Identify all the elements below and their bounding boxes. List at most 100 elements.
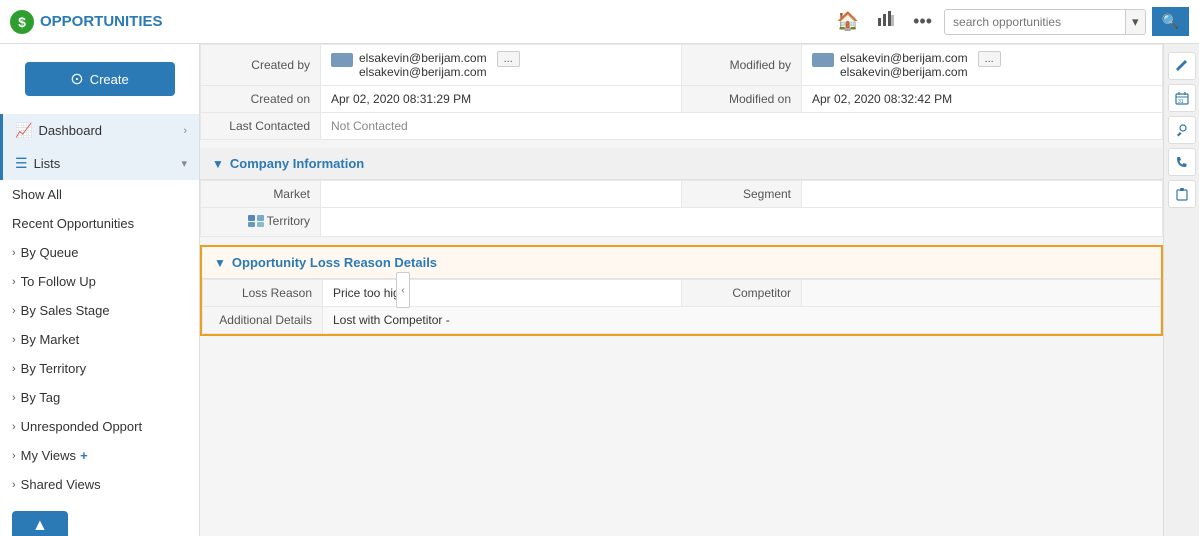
by-tag-label: By Tag — [21, 390, 61, 405]
chart-icon-button[interactable] — [871, 6, 901, 37]
right-icon-calendar[interactable]: 31 — [1168, 84, 1196, 112]
created-on-value: Apr 02, 2020 08:31:29 PM — [321, 86, 682, 113]
by-market-arrow: › — [12, 334, 16, 346]
right-icon-tools[interactable] — [1168, 116, 1196, 144]
my-views-label: My Views — [21, 448, 76, 463]
lists-icon: ☰ — [15, 155, 28, 172]
sidebar-item-recent[interactable]: Recent Opportunities — [0, 209, 199, 238]
created-modified-table: Created by elsakevin@berijam.com elsakev… — [200, 44, 1163, 140]
created-by-label: Created by — [201, 45, 321, 86]
search-dropdown-button[interactable]: ▾ — [1125, 10, 1145, 34]
company-info-section: ▼ Company Information Market Segment — [200, 148, 1163, 237]
loss-reason-title: Opportunity Loss Reason Details — [232, 255, 437, 270]
territory-value — [321, 208, 1163, 237]
modified-on-label: Modified on — [682, 86, 802, 113]
create-icon: ⊙ — [70, 69, 83, 89]
territory-label: Territory — [201, 208, 321, 237]
sidebar-item-by-queue[interactable]: › By Queue — [0, 238, 199, 267]
by-sales-stage-arrow: › — [12, 305, 16, 317]
search-button[interactable]: 🔍 — [1152, 7, 1189, 36]
dashboard-chevron: › — [183, 125, 187, 137]
lists-label: Lists — [34, 156, 61, 171]
modified-by-emails: elsakevin@berijam.com elsakevin@berijam.… — [840, 51, 968, 79]
app-title-text: OPPORTUNITIES — [40, 13, 163, 30]
competitor-value — [802, 280, 1161, 307]
header-icons: 🏠 ••• ▾ 🔍 — [831, 6, 1189, 37]
right-icon-edit[interactable] — [1168, 52, 1196, 80]
collapse-sidebar-button[interactable]: ‹ — [396, 272, 410, 308]
to-follow-up-label: To Follow Up — [21, 274, 96, 289]
content-area: Created by elsakevin@berijam.com elsakev… — [200, 44, 1163, 536]
recent-label: Recent Opportunities — [12, 216, 134, 231]
sidebar-item-unresponded[interactable]: › Unresponded Opport — [0, 412, 199, 441]
created-on-label: Created on — [201, 86, 321, 113]
show-all-label: Show All — [12, 187, 62, 202]
by-territory-label: By Territory — [21, 361, 87, 376]
by-territory-arrow: › — [12, 363, 16, 375]
sidebar-item-lists[interactable]: ☰ Lists ▾ — [0, 147, 199, 180]
sidebar-item-by-sales-stage[interactable]: › By Sales Stage — [0, 296, 199, 325]
sidebar-item-show-all[interactable]: Show All — [0, 180, 199, 209]
by-tag-arrow: › — [12, 392, 16, 404]
created-by-emails: elsakevin@berijam.com elsakevin@berijam.… — [359, 51, 487, 79]
modified-by-label: Modified by — [682, 45, 802, 86]
created-modified-section: Created by elsakevin@berijam.com elsakev… — [200, 44, 1163, 140]
segment-label: Segment — [682, 181, 802, 208]
right-sidebar: 31 — [1163, 44, 1199, 536]
app-logo-icon: $ — [10, 10, 34, 34]
tools-icon — [1175, 123, 1189, 137]
phone-icon — [1175, 155, 1189, 169]
created-by-email1: elsakevin@berijam.com — [359, 51, 487, 65]
unresponded-label: Unresponded Opport — [21, 419, 142, 434]
dashboard-label: Dashboard — [38, 123, 102, 138]
by-queue-label: By Queue — [21, 245, 79, 260]
modified-by-email1: elsakevin@berijam.com — [840, 51, 968, 65]
dashboard-icon: 📈 — [15, 122, 32, 139]
by-market-label: By Market — [21, 332, 80, 347]
created-by-edit-button[interactable]: ... — [497, 51, 520, 67]
modified-by-field-icon — [812, 53, 834, 67]
territory-icon — [248, 215, 264, 227]
sidebar-item-by-market[interactable]: › By Market — [0, 325, 199, 354]
right-icon-clipboard[interactable] — [1168, 180, 1196, 208]
create-label: Create — [90, 72, 129, 87]
table-row: Created by elsakevin@berijam.com elsakev… — [201, 45, 1163, 86]
shared-views-arrow: › — [12, 479, 16, 491]
market-value — [321, 181, 682, 208]
by-sales-stage-label: By Sales Stage — [21, 303, 110, 318]
table-row: Loss Reason Price too high Competitor — [203, 280, 1161, 307]
top-header: $ OPPORTUNITIES 🏠 ••• ▾ 🔍 — [0, 0, 1199, 44]
by-queue-arrow: › — [12, 247, 16, 259]
created-by-value: elsakevin@berijam.com elsakevin@berijam.… — [321, 45, 682, 86]
search-input[interactable] — [945, 11, 1125, 33]
sidebar-item-my-views[interactable]: › My Views + — [0, 441, 199, 470]
loss-reason-header[interactable]: ▼ Opportunity Loss Reason Details — [202, 247, 1161, 279]
more-options-button[interactable]: ••• — [907, 7, 938, 36]
scroll-top-button[interactable]: ▲ — [12, 511, 68, 536]
my-views-arrow: › — [12, 450, 16, 462]
home-icon-button[interactable]: 🏠 — [831, 7, 865, 36]
sidebar-item-to-follow-up[interactable]: › To Follow Up — [0, 267, 199, 296]
right-icon-phone[interactable] — [1168, 148, 1196, 176]
last-contacted-value: Not Contacted — [321, 113, 1163, 140]
created-by-email2: elsakevin@berijam.com — [359, 65, 487, 79]
company-info-header[interactable]: ▼ Company Information — [200, 148, 1163, 180]
company-info-collapse-arrow: ▼ — [212, 157, 224, 171]
shared-views-label: Shared Views — [21, 477, 101, 492]
sidebar-item-shared-views[interactable]: › Shared Views — [0, 470, 199, 499]
sidebar-item-dashboard[interactable]: 📈 Dashboard › — [0, 114, 199, 147]
additional-details-value: Lost with Competitor - — [323, 307, 1161, 334]
modified-by-edit-button[interactable]: ... — [978, 51, 1001, 67]
loss-reason-section: ▼ Opportunity Loss Reason Details Loss R… — [200, 245, 1163, 336]
loss-reason-value: Price too high — [323, 280, 682, 307]
table-row: Created on Apr 02, 2020 08:31:29 PM Modi… — [201, 86, 1163, 113]
table-row: Market Segment — [201, 181, 1163, 208]
my-views-add-icon[interactable]: + — [80, 448, 88, 463]
sidebar: ⊙ Create 📈 Dashboard › ☰ Lists ▾ Show Al… — [0, 44, 200, 536]
sidebar-item-by-tag[interactable]: › By Tag — [0, 383, 199, 412]
app-title: $ OPPORTUNITIES — [10, 10, 190, 34]
to-follow-up-arrow: › — [12, 276, 16, 288]
sidebar-item-by-territory[interactable]: › By Territory — [0, 354, 199, 383]
company-info-title: Company Information — [230, 156, 364, 171]
create-button[interactable]: ⊙ Create — [25, 62, 175, 96]
